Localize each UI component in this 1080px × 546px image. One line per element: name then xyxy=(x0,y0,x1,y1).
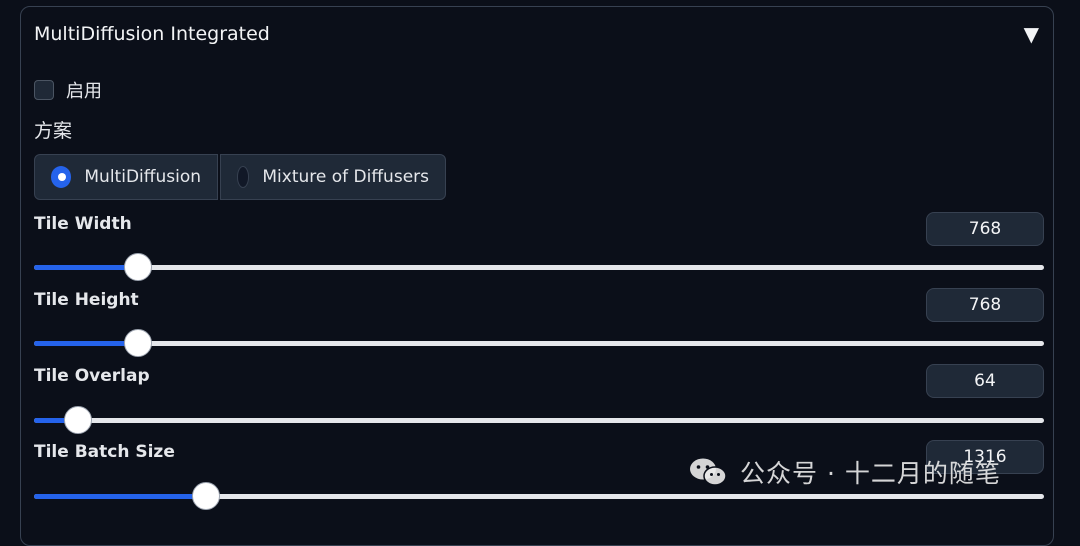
radio-unchecked-icon xyxy=(237,166,250,188)
enable-checkbox-row[interactable]: 启用 xyxy=(34,79,102,102)
tile-overlap-input[interactable]: 64 xyxy=(926,364,1044,398)
slider-thumb[interactable] xyxy=(124,329,153,357)
panel-title: MultiDiffusion Integrated xyxy=(34,23,270,45)
tile-height-slider[interactable] xyxy=(34,329,1044,357)
tile-width-label: Tile Width xyxy=(34,214,132,234)
scheme-label: 方案 xyxy=(34,120,73,142)
scheme-option-label: Mixture of Diffusers xyxy=(262,167,429,187)
slider-thumb[interactable] xyxy=(64,406,93,434)
scheme-option-label: MultiDiffusion xyxy=(84,167,201,187)
tile-height-label: Tile Height xyxy=(34,290,139,310)
wechat-icon xyxy=(690,458,727,486)
slider-thumb[interactable] xyxy=(124,253,153,281)
slider-fill xyxy=(34,341,139,346)
scheme-radio-group: MultiDiffusion Mixture of Diffusers xyxy=(34,154,446,200)
watermark: 公众号 · 十二月的随笔 xyxy=(688,454,1001,490)
collapse-triangle-icon[interactable]: ▼ xyxy=(1024,22,1039,46)
tile-overlap-label: Tile Overlap xyxy=(34,366,150,386)
tile-batch-size-slider[interactable] xyxy=(34,482,1044,510)
scheme-option-mixture-of-diffusers[interactable]: Mixture of Diffusers xyxy=(220,154,446,200)
slider-thumb[interactable] xyxy=(191,482,220,510)
enable-checkbox[interactable] xyxy=(34,80,54,100)
slider-fill xyxy=(34,265,139,270)
scheme-option-multidiffusion[interactable]: MultiDiffusion xyxy=(34,154,218,200)
enable-label: 启用 xyxy=(66,81,102,102)
radio-checked-icon xyxy=(51,166,72,188)
slider-fill xyxy=(34,494,206,499)
tile-width-input[interactable]: 768 xyxy=(926,212,1044,246)
watermark-text: 公众号 · 十二月的随笔 xyxy=(740,459,1001,488)
tile-width-slider[interactable] xyxy=(34,253,1044,281)
tile-batch-size-label: Tile Batch Size xyxy=(34,442,175,462)
tile-overlap-slider[interactable] xyxy=(34,406,1044,434)
tile-height-input[interactable]: 768 xyxy=(926,288,1044,322)
